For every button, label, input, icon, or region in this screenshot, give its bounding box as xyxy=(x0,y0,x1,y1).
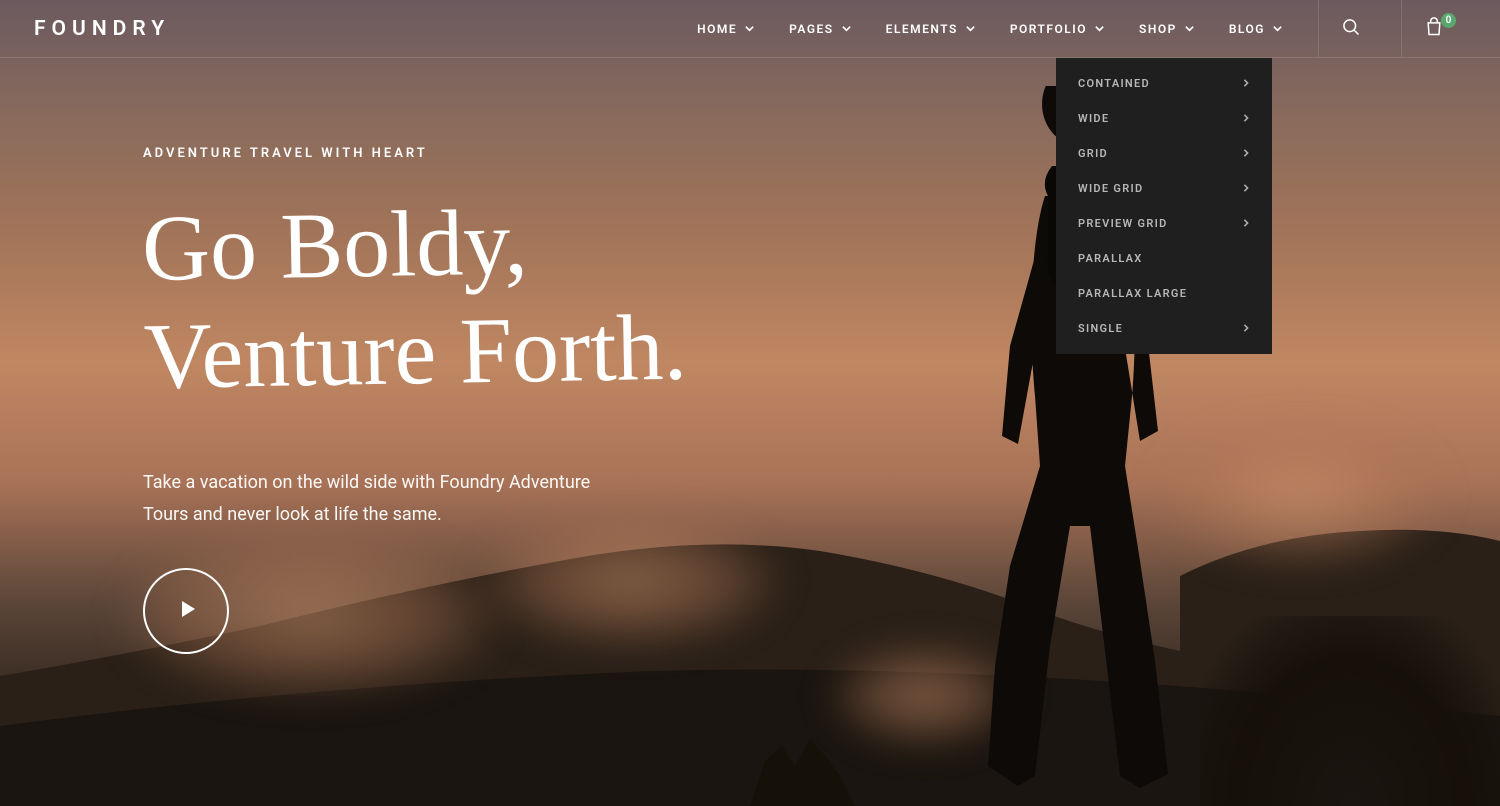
dropdown-label: WIDE xyxy=(1078,112,1109,125)
site-logo[interactable]: FOUNDRY xyxy=(34,17,170,41)
dropdown-parallax-large[interactable]: PARALLAX LARGE xyxy=(1056,276,1272,311)
nav-label: PORTFOLIO xyxy=(1010,22,1087,36)
play-video-button[interactable] xyxy=(143,568,229,654)
nav-label: SHOP xyxy=(1139,22,1177,36)
chevron-down-icon xyxy=(1184,23,1195,34)
cart-button[interactable]: 0 xyxy=(1402,0,1466,57)
chevron-down-icon xyxy=(1094,23,1105,34)
hero-subtext: Take a vacation on the wild side with Fo… xyxy=(143,467,623,530)
chevron-right-icon xyxy=(1242,147,1250,160)
dropdown-label: PARALLAX LARGE xyxy=(1078,287,1187,300)
nav-elements[interactable]: ELEMENTS xyxy=(869,0,993,57)
search-icon xyxy=(1341,17,1361,41)
nav-label: BLOG xyxy=(1229,22,1265,36)
primary-nav: HOME PAGES ELEMENTS PORTFOLIO SHOP BLOG xyxy=(680,0,1466,57)
headline-line-1: Go Boldy, xyxy=(141,190,528,301)
dropdown-label: GRID xyxy=(1078,147,1108,160)
nav-portfolio[interactable]: PORTFOLIO xyxy=(993,0,1122,57)
search-button[interactable] xyxy=(1319,0,1383,57)
dropdown-wide[interactable]: WIDE xyxy=(1056,101,1272,136)
dropdown-label: WIDE GRID xyxy=(1078,182,1143,195)
dropdown-parallax[interactable]: PARALLAX xyxy=(1056,241,1272,276)
chevron-right-icon xyxy=(1242,77,1250,90)
chevron-right-icon xyxy=(1242,217,1250,230)
headline-line-2: Venture Forth. xyxy=(143,296,688,409)
bush-silhouette xyxy=(1200,616,1500,806)
dropdown-single[interactable]: SINGLE xyxy=(1056,311,1272,346)
chevron-right-icon xyxy=(1242,322,1250,335)
chevron-down-icon xyxy=(965,23,976,34)
hero-content: ADVENTURE TRAVEL WITH HEART Go Boldy, Ve… xyxy=(0,58,900,654)
portfolio-dropdown: CONTAINED WIDE GRID WIDE GRID PREVIEW GR… xyxy=(1056,58,1272,354)
nav-pages[interactable]: PAGES xyxy=(772,0,868,57)
dropdown-label: PARALLAX xyxy=(1078,252,1143,265)
dropdown-label: SINGLE xyxy=(1078,322,1123,335)
nav-blog[interactable]: BLOG xyxy=(1212,0,1300,57)
hero-tagline: ADVENTURE TRAVEL WITH HEART xyxy=(143,146,900,161)
cart-count-badge: 0 xyxy=(1441,13,1456,28)
nav-label: ELEMENTS xyxy=(886,22,958,36)
chevron-down-icon xyxy=(1272,23,1283,34)
dropdown-label: CONTAINED xyxy=(1078,77,1150,90)
dropdown-label: PREVIEW GRID xyxy=(1078,217,1168,230)
nav-label: HOME xyxy=(697,22,737,36)
chevron-right-icon xyxy=(1242,182,1250,195)
chevron-down-icon xyxy=(744,23,755,34)
hero-headline: Go Boldy, Venture Forth. xyxy=(141,182,902,411)
chevron-right-icon xyxy=(1242,112,1250,125)
dropdown-preview-grid[interactable]: PREVIEW GRID xyxy=(1056,206,1272,241)
dropdown-grid[interactable]: GRID xyxy=(1056,136,1272,171)
nav-shop[interactable]: SHOP xyxy=(1122,0,1212,57)
main-header: FOUNDRY HOME PAGES ELEMENTS PORTFOLIO SH… xyxy=(0,0,1500,58)
rocks-silhouette xyxy=(740,711,870,806)
play-icon xyxy=(175,600,197,622)
dropdown-wide-grid[interactable]: WIDE GRID xyxy=(1056,171,1272,206)
nav-home[interactable]: HOME xyxy=(680,0,772,57)
dropdown-contained[interactable]: CONTAINED xyxy=(1056,66,1272,101)
nav-label: PAGES xyxy=(789,22,833,36)
chevron-down-icon xyxy=(841,23,852,34)
